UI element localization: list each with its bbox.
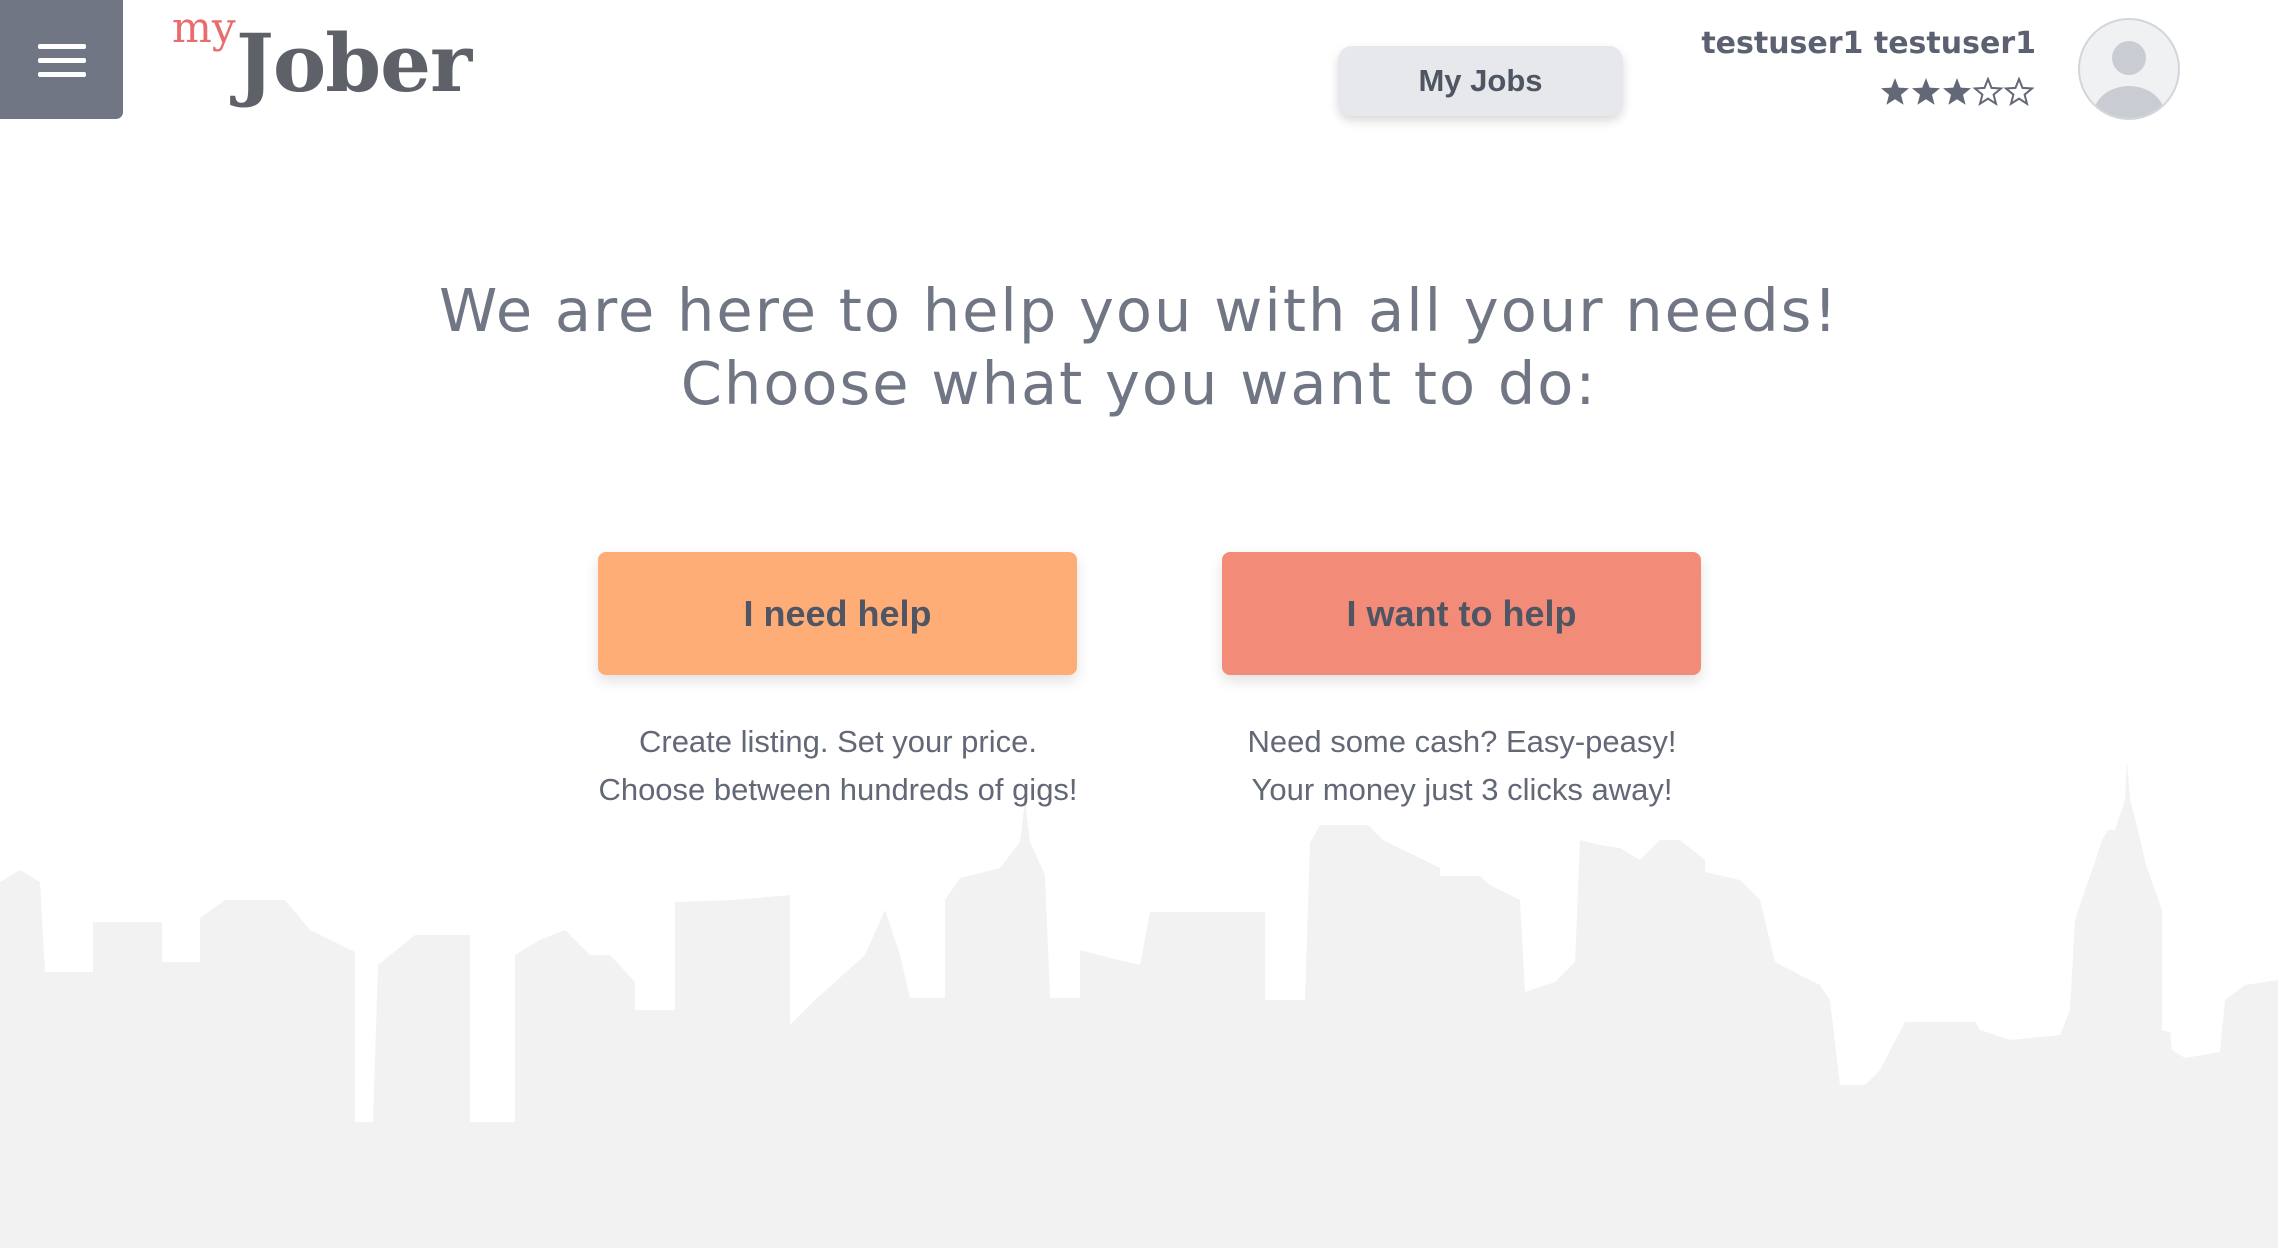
star-filled-icon: [1881, 78, 1909, 105]
myjober-logo[interactable]: my Jober: [168, 3, 472, 113]
need-help-desc-line-2: Choose between hundreds of gigs!: [598, 772, 1078, 807]
want-help-desc-line-1: Need some cash? Easy-peasy!: [1247, 724, 1677, 759]
want-help-description: Need some cash? Easy-peasy! Your money j…: [1162, 718, 1762, 814]
want-to-help-button[interactable]: I want to help: [1222, 552, 1701, 675]
logo-prefix: my: [172, 3, 236, 52]
star-empty-icon: [1972, 76, 2004, 107]
logo-name: Jober: [236, 16, 472, 110]
hamburger-menu-icon: [37, 43, 86, 77]
need-help-button[interactable]: I need help: [598, 552, 1077, 675]
star-empty-icon: [2003, 76, 2035, 107]
user-avatar[interactable]: [2078, 18, 2180, 120]
need-help-desc-line-1: Create listing. Set your price.: [638, 724, 1037, 759]
star-filled-icon: [1943, 78, 1971, 105]
headline-line-1: We are here to help you with all your ne…: [438, 276, 1840, 345]
my-jobs-button[interactable]: My Jobs: [1338, 46, 1623, 116]
star-filled-icon: [1912, 78, 1940, 105]
menu-button[interactable]: [0, 0, 123, 119]
page-headline: We are here to help you with all your ne…: [0, 274, 2278, 420]
user-name: testuser1 testuser1: [1701, 26, 2036, 61]
headline-line-2: Choose what you want to do:: [680, 349, 1598, 418]
want-help-desc-line-2: Your money just 3 clicks away!: [1251, 772, 1673, 807]
need-help-description: Create listing. Set your price. Choose b…: [538, 718, 1138, 814]
city-skyline-background: [0, 760, 2278, 1248]
user-rating: [1880, 76, 2036, 107]
user-avatar-icon: [2093, 41, 2165, 118]
